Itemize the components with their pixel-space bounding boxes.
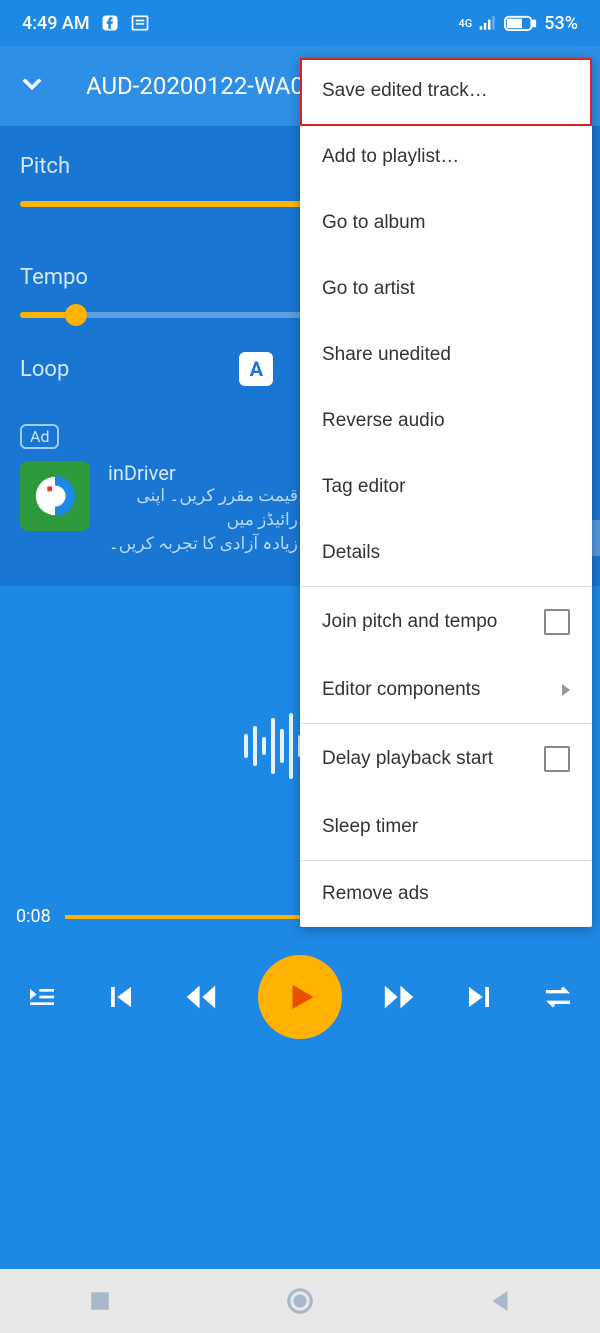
next-track-button[interactable] xyxy=(457,975,501,1019)
network-label: 4G xyxy=(459,17,473,30)
collapse-button[interactable] xyxy=(18,69,46,103)
menu-add-playlist[interactable]: Add to playlist… xyxy=(300,124,592,190)
menu-join[interactable]: Join pitch and tempo xyxy=(300,587,592,657)
forward-button[interactable] xyxy=(377,975,421,1019)
ad-app-icon xyxy=(20,461,90,531)
tempo-label: Tempo xyxy=(20,265,88,290)
menu-goto-artist[interactable]: Go to artist xyxy=(300,256,592,322)
rewind-button[interactable] xyxy=(179,975,223,1019)
nav-bar xyxy=(0,1269,600,1333)
battery-icon xyxy=(504,13,538,33)
menu-editor-components[interactable]: Editor components xyxy=(300,657,592,723)
menu-reverse[interactable]: Reverse audio xyxy=(300,388,592,454)
loop-a-button[interactable]: A xyxy=(239,352,273,386)
ad-title: inDriver xyxy=(108,461,298,485)
play-button[interactable] xyxy=(258,955,342,1039)
news-icon xyxy=(130,13,150,33)
menu-sleep-timer[interactable]: Sleep timer xyxy=(300,794,592,860)
facebook-icon xyxy=(100,13,120,33)
menu-save[interactable]: Save edited track… xyxy=(300,58,592,124)
menu-delay[interactable]: Delay playback start xyxy=(300,724,592,794)
status-bar: 4:49 AM 4G 53% xyxy=(0,0,600,46)
menu-goto-album[interactable]: Go to album xyxy=(300,190,592,256)
context-menu: Save edited track… Add to playlist… Go t… xyxy=(300,58,592,927)
ad-desc-1: قیمت مقرر کریں۔ اپنی رائیڈز میں xyxy=(108,485,298,533)
nav-back[interactable] xyxy=(485,1286,515,1316)
ad-desc-2: زیادہ آزادی کا تجربہ کریں۔ xyxy=(108,533,298,557)
menu-details[interactable]: Details xyxy=(300,520,592,586)
menu-tag-editor[interactable]: Tag editor xyxy=(300,454,592,520)
nav-home[interactable] xyxy=(285,1286,315,1316)
ad-badge: Ad xyxy=(20,424,59,449)
signal-icon xyxy=(478,13,498,33)
menu-share[interactable]: Share unedited xyxy=(300,322,592,388)
battery-pct: 53% xyxy=(544,13,578,34)
menu-remove-ads[interactable]: Remove ads xyxy=(300,861,592,927)
repeat-button[interactable] xyxy=(536,975,580,1019)
checkbox-icon xyxy=(544,609,570,635)
chevron-right-icon xyxy=(562,684,570,696)
checkbox-icon xyxy=(544,746,570,772)
loop-label: Loop xyxy=(20,357,69,382)
playback-controls xyxy=(0,927,600,1039)
time-elapsed: 0:08 xyxy=(16,906,51,927)
prev-track-button[interactable] xyxy=(99,975,143,1019)
track-title: AUD-20200122-WA0 xyxy=(86,72,304,100)
nav-recent[interactable] xyxy=(85,1286,115,1316)
pitch-label: Pitch xyxy=(20,154,70,179)
status-time: 4:49 AM xyxy=(22,13,90,34)
queue-button[interactable] xyxy=(20,975,64,1019)
